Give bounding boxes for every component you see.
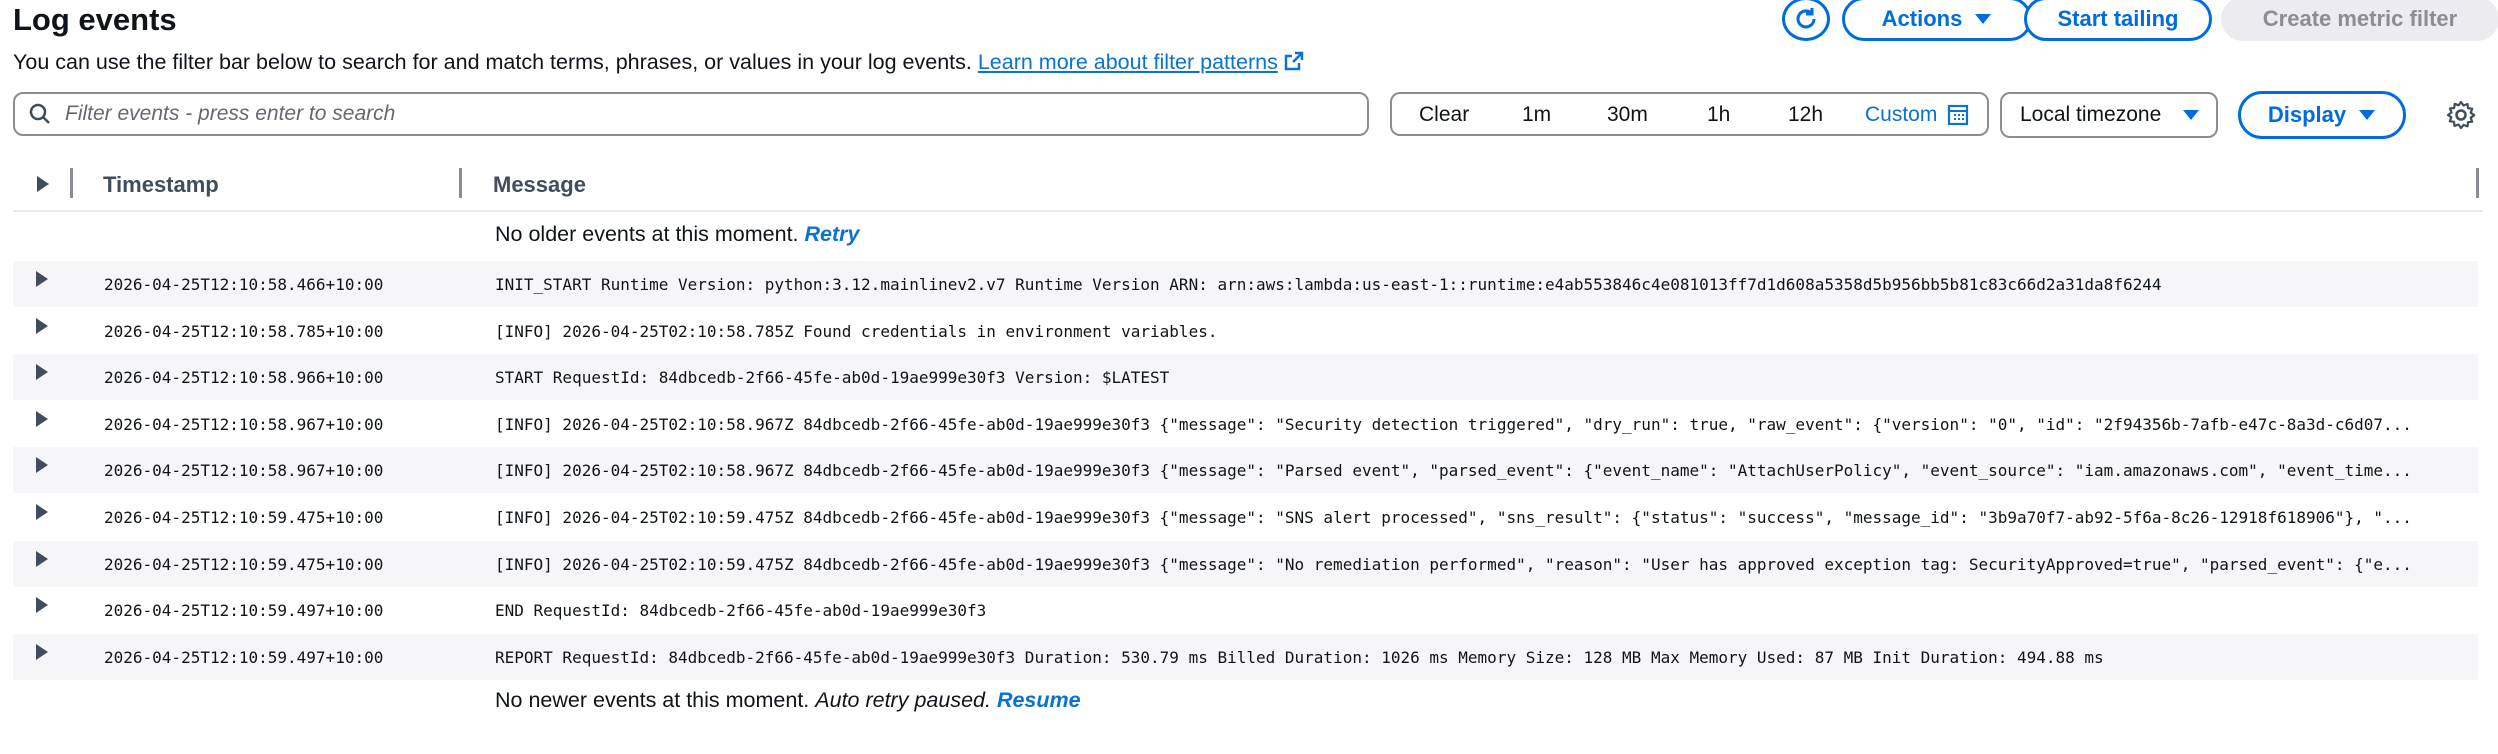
table-row[interactable]: 2026-04-25T12:10:58.967+10:00 [INFO] 2026… xyxy=(13,401,2478,447)
table-row[interactable]: 2026-04-25T12:10:59.497+10:00 REPORT Requ… xyxy=(13,633,2478,680)
expand-row-icon[interactable] xyxy=(36,643,48,660)
expand-row-icon[interactable] xyxy=(36,597,48,614)
filter-events-input[interactable] xyxy=(63,101,1367,127)
display-dropdown[interactable]: Display xyxy=(2238,91,2406,139)
row-timestamp: 2026-04-25T12:10:58.966+10:00 xyxy=(104,368,384,388)
page-description: You can use the filter bar below to sear… xyxy=(13,50,1304,75)
caret-down-icon xyxy=(2359,110,2376,120)
expand-all-icon[interactable] xyxy=(37,176,49,192)
learn-more-link[interactable]: Learn more about filter patterns xyxy=(978,50,1304,74)
row-timestamp: 2026-04-25T12:10:58.967+10:00 xyxy=(104,414,384,434)
gear-icon[interactable] xyxy=(2446,100,2476,130)
create-metric-filter-label: Create metric filter xyxy=(2262,6,2458,31)
timezone-select[interactable]: Local timezone xyxy=(2000,92,2218,138)
column-divider[interactable] xyxy=(2476,168,2479,198)
auto-retry-text: Auto retry paused. xyxy=(815,688,991,712)
expand-row-icon[interactable] xyxy=(36,317,48,334)
caret-down-icon xyxy=(2183,110,2199,120)
column-message[interactable]: Message xyxy=(493,172,586,198)
column-divider[interactable] xyxy=(459,168,462,198)
time-range-selector: Clear 1m 30m 1h 12h Custom xyxy=(1390,92,1989,136)
row-message: [INFO] 2026-04-25T02:10:58.967Z 84dbcedb… xyxy=(495,461,2412,481)
create-metric-filter-button[interactable]: Create metric filter xyxy=(2221,0,2498,41)
no-newer-text: No newer events at this moment. xyxy=(495,688,810,712)
no-older-text: No older events at this moment. xyxy=(495,222,799,246)
description-text: You can use the filter bar below to sear… xyxy=(13,50,972,74)
time-range-30m[interactable]: 30m xyxy=(1607,103,1648,127)
row-timestamp: 2026-04-25T12:10:58.785+10:00 xyxy=(104,321,384,341)
actions-dropdown[interactable]: Actions xyxy=(1842,0,2032,41)
custom-label: Custom xyxy=(1865,103,1938,126)
row-timestamp: 2026-04-25T12:10:59.497+10:00 xyxy=(104,647,384,667)
start-tailing-label: Start tailing xyxy=(2057,6,2179,31)
refresh-icon xyxy=(1796,8,1816,29)
calendar-icon xyxy=(1948,104,1969,126)
time-range-clear[interactable]: Clear xyxy=(1419,103,1469,127)
table-row[interactable]: 2026-04-25T12:10:59.475+10:00 [INFO] 2026… xyxy=(13,540,2478,587)
expand-row-icon[interactable] xyxy=(36,550,48,567)
table-row[interactable]: 2026-04-25T12:10:58.785+10:00 [INFO] 2026… xyxy=(13,308,2478,354)
start-tailing-button[interactable]: Start tailing xyxy=(2024,0,2212,41)
row-timestamp: 2026-04-25T12:10:58.466+10:00 xyxy=(104,275,384,294)
resume-link[interactable]: Resume xyxy=(997,688,1081,712)
column-timestamp[interactable]: Timestamp xyxy=(103,172,219,198)
table-row[interactable]: 2026-04-25T12:10:58.466+10:00 INIT_START … xyxy=(13,261,2478,307)
timezone-label: Local timezone xyxy=(2020,103,2162,126)
time-range-custom[interactable]: Custom xyxy=(1865,103,1969,127)
display-label: Display xyxy=(2267,102,2347,127)
retry-link[interactable]: Retry xyxy=(805,222,860,246)
row-timestamp: 2026-04-25T12:10:58.967+10:00 xyxy=(104,461,384,481)
table-row[interactable]: 2026-04-25T12:10:58.966+10:00 START Reque… xyxy=(13,354,2478,401)
expand-row-icon[interactable] xyxy=(36,271,48,287)
refresh-button[interactable] xyxy=(1782,0,1830,41)
expand-row-icon[interactable] xyxy=(36,457,48,474)
row-message: [INFO] 2026-04-25T02:10:59.475Z 84dbcedb… xyxy=(495,508,2412,527)
filter-bar xyxy=(13,92,1369,136)
no-older-events-note: No older events at this moment. Retry xyxy=(495,222,859,247)
search-icon xyxy=(29,103,50,124)
row-message: INIT_START Runtime Version: python:3.12.… xyxy=(495,275,2162,294)
row-timestamp: 2026-04-25T12:10:59.497+10:00 xyxy=(104,601,384,621)
row-message: END RequestId: 84dbcedb-2f66-45fe-ab0d-1… xyxy=(495,601,987,621)
row-timestamp: 2026-04-25T12:10:59.475+10:00 xyxy=(104,508,384,527)
column-divider[interactable] xyxy=(70,168,73,198)
expand-row-icon[interactable] xyxy=(36,504,48,520)
row-message: [INFO] 2026-04-25T02:10:59.475Z 84dbcedb… xyxy=(495,554,2412,574)
table-row[interactable]: 2026-04-25T12:10:59.497+10:00 END Request… xyxy=(13,587,2478,633)
expand-row-icon[interactable] xyxy=(36,364,48,381)
row-timestamp: 2026-04-25T12:10:59.475+10:00 xyxy=(104,554,384,574)
row-message: [INFO] 2026-04-25T02:10:58.967Z 84dbcedb… xyxy=(495,414,2412,434)
actions-label: Actions xyxy=(1881,6,1963,31)
time-range-1m[interactable]: 1m xyxy=(1522,103,1551,127)
external-link-icon xyxy=(1284,51,1304,71)
learn-more-label: Learn more about filter patterns xyxy=(977,50,1278,74)
table-row[interactable]: 2026-04-25T12:10:59.475+10:00 [INFO] 2026… xyxy=(13,494,2478,540)
time-range-12h[interactable]: 12h xyxy=(1788,103,1823,127)
caret-down-icon xyxy=(1975,14,1992,24)
expand-row-icon[interactable] xyxy=(36,410,48,427)
table-header: Timestamp Message xyxy=(13,160,2483,212)
row-message: REPORT RequestId: 84dbcedb-2f66-45fe-ab0… xyxy=(495,647,2104,667)
table-row[interactable]: 2026-04-25T12:10:58.967+10:00 [INFO] 2026… xyxy=(13,447,2478,494)
time-range-1h[interactable]: 1h xyxy=(1707,103,1730,127)
row-message: [INFO] 2026-04-25T02:10:58.785Z Found cr… xyxy=(495,321,1218,341)
row-message: START RequestId: 84dbcedb-2f66-45fe-ab0d… xyxy=(495,368,1170,388)
page-title: Log events xyxy=(13,2,177,37)
no-newer-events-note: No newer events at this moment. Auto ret… xyxy=(495,688,1081,713)
